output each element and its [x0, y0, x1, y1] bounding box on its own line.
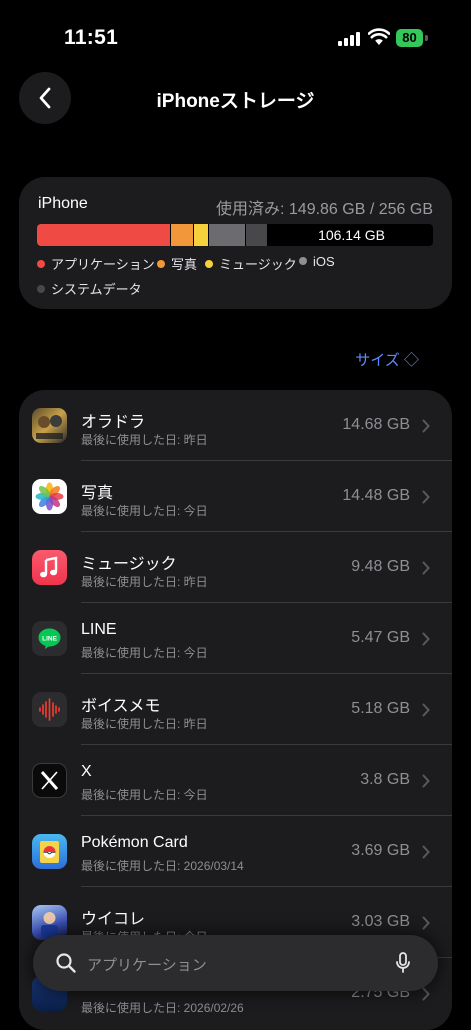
legend-item-applications: アプリケーション — [37, 254, 155, 273]
app-last-used: 最後に使用した日: 昨日 — [81, 717, 208, 731]
storage-bar: 106.14 GB — [37, 224, 433, 246]
app-last-used: 最後に使用した日: 今日 — [81, 788, 208, 802]
voice-memo-icon — [32, 692, 67, 727]
bar-segment-applications — [37, 224, 170, 246]
bar-segment-photos — [171, 224, 193, 246]
app-name: オラドラ — [81, 414, 146, 431]
app-name: ミュージック — [81, 556, 177, 573]
legend-label: システムデータ — [51, 282, 142, 297]
chevron-right-icon — [422, 419, 430, 433]
device-name: iPhone — [38, 195, 88, 212]
microphone-icon[interactable] — [395, 951, 411, 975]
list-item[interactable]: オラドラ 最後に使用した日: 昨日 14.68 GB — [19, 390, 452, 461]
app-name: X — [81, 763, 92, 780]
app-size: 5.18 GB — [351, 700, 410, 717]
chevron-right-icon — [422, 490, 430, 504]
chevron-right-icon — [422, 987, 430, 1001]
status-bar: 11:51 80 — [0, 0, 471, 70]
app-name: ボイスメモ — [81, 698, 161, 715]
legend-dot — [205, 260, 213, 268]
chevron-right-icon — [422, 561, 430, 575]
legend-dot — [157, 260, 165, 268]
list-item[interactable]: LINE LINE 最後に使用した日: 今日 5.47 GB — [19, 603, 452, 674]
search-icon — [56, 953, 76, 973]
search-input[interactable]: アプリケーション — [87, 954, 207, 975]
bar-segment-ios — [209, 224, 245, 246]
legend-dot — [37, 260, 45, 268]
legend-label: ミュージック — [219, 257, 297, 272]
legend-label: iOS — [313, 254, 335, 269]
oradora-icon — [32, 408, 67, 443]
app-list: オラドラ 最後に使用した日: 昨日 14.68 GB 写真 最後に使用した日: … — [19, 390, 452, 1030]
chevron-right-icon — [422, 774, 430, 788]
battery-icon: 80 — [396, 29, 428, 47]
legend-dot — [37, 285, 45, 293]
list-item[interactable]: X 最後に使用した日: 今日 3.8 GB — [19, 745, 452, 816]
legend-item-music: ミュージック — [205, 254, 297, 273]
storage-summary-card: iPhone 使用済み: 149.86 GB / 256 GB 106.14 G… — [19, 177, 452, 309]
pokemon-card-icon — [32, 834, 67, 869]
storage-used: 使用済み: 149.86 GB / 256 GB — [216, 201, 433, 218]
app-last-used: 最後に使用した日: 昨日 — [81, 433, 208, 447]
bar-segment-system-data — [246, 224, 267, 246]
app-last-used: 最後に使用した日: 今日 — [81, 504, 208, 518]
app-size: 3.03 GB — [351, 913, 410, 930]
photos-icon — [32, 479, 67, 514]
status-time: 11:51 — [64, 26, 119, 49]
app-size: 9.48 GB — [351, 558, 410, 575]
legend-item-photos: 写真 — [157, 254, 197, 273]
app-size: 14.68 GB — [342, 416, 410, 433]
legend-dot — [299, 257, 307, 265]
list-item[interactable]: ボイスメモ 最後に使用した日: 昨日 5.18 GB — [19, 674, 452, 745]
app-size: 3.69 GB — [351, 842, 410, 859]
list-item[interactable]: 写真 最後に使用した日: 今日 14.48 GB — [19, 461, 452, 532]
app-last-used: 最後に使用した日: 2026/03/14 — [81, 859, 244, 873]
app-last-used: 最後に使用した日: 2026/02/26 — [81, 1001, 244, 1015]
app-name: LINE — [81, 621, 117, 638]
legend-item-ios: iOS — [299, 254, 335, 269]
legend-item-system-data: システムデータ — [37, 279, 142, 298]
search-bar[interactable]: アプリケーション — [33, 935, 438, 991]
list-item[interactable]: ミュージック 最後に使用した日: 昨日 9.48 GB — [19, 532, 452, 603]
app-name: ウイコレ — [81, 911, 146, 928]
app-last-used: 最後に使用した日: 今日 — [81, 646, 208, 660]
legend-label: 写真 — [171, 257, 198, 272]
app-size: 14.48 GB — [342, 487, 410, 504]
line-icon: LINE — [32, 621, 67, 656]
sort-button[interactable]: サイズ ◇ — [355, 349, 419, 370]
free-space-label: 106.14 GB — [318, 227, 385, 243]
bar-segment-music — [194, 224, 208, 246]
app-size: 3.8 GB — [360, 771, 410, 788]
x-icon — [32, 763, 67, 798]
cellular-signal-icon — [338, 32, 362, 46]
chevron-right-icon — [422, 916, 430, 930]
legend-label: アプリケーション — [51, 257, 155, 272]
wifi-icon — [368, 28, 390, 45]
app-size: 5.47 GB — [351, 629, 410, 646]
app-name: 写真 — [81, 485, 114, 502]
list-item[interactable]: Pokémon Card 最後に使用した日: 2026/03/14 3.69 G… — [19, 816, 452, 887]
chevron-right-icon — [422, 703, 430, 717]
battery-level: 80 — [396, 29, 423, 47]
chevron-right-icon — [422, 632, 430, 646]
page-title: iPhoneストレージ — [156, 91, 315, 112]
app-name: Pokémon Card — [81, 834, 188, 851]
app-last-used: 最後に使用した日: 昨日 — [81, 575, 208, 589]
svg-text:LINE: LINE — [42, 636, 57, 643]
music-icon — [32, 550, 67, 585]
chevron-right-icon — [422, 845, 430, 859]
